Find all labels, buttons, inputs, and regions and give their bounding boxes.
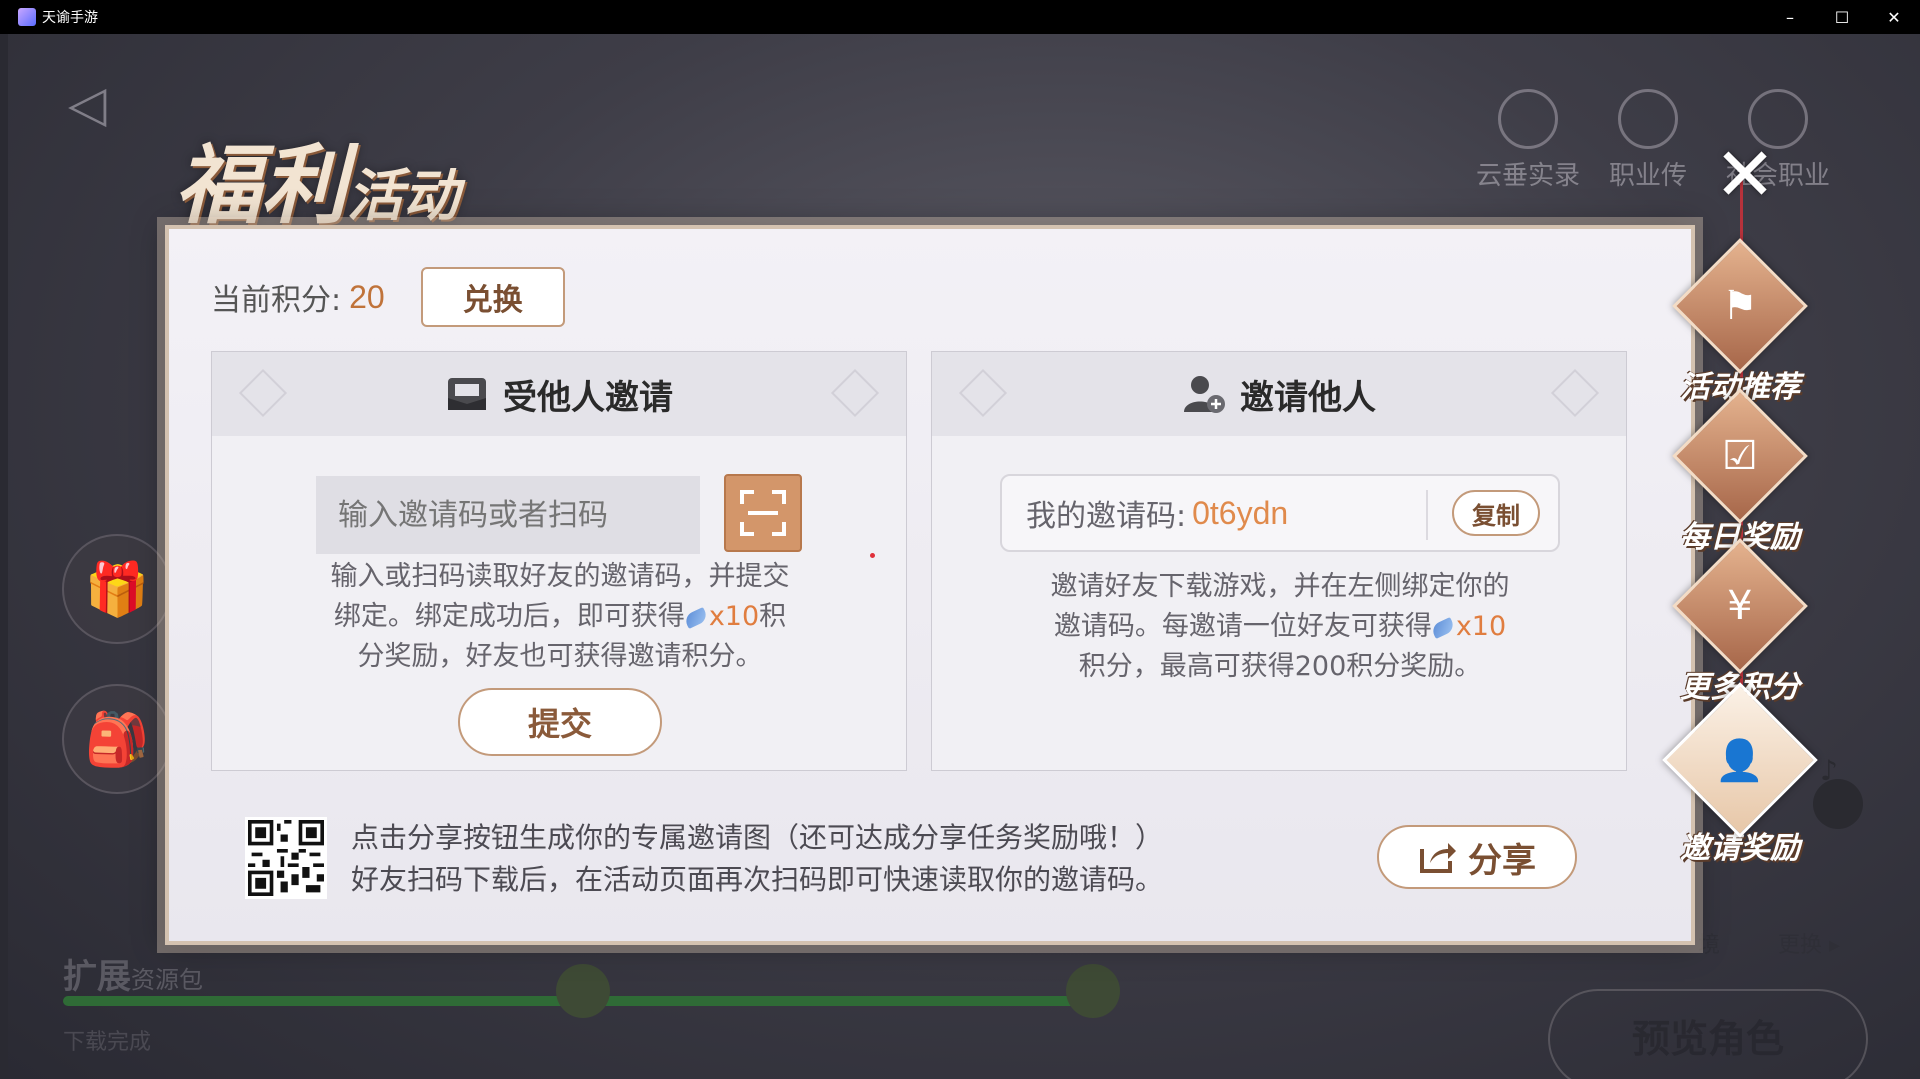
- card-header: 受他人邀请: [212, 352, 906, 436]
- invite-panel: 当前积分: 20 兑换 受他人邀请 输入或扫码读取好友的邀请码，并提交 绑定。绑…: [165, 225, 1695, 945]
- scan-qr-icon: [740, 490, 786, 536]
- invite-others-card: 邀请他人 我的邀请码: 0t6ydn 复制 邀请好友下载游戏，并在左侧绑定你的 …: [931, 351, 1627, 771]
- close-button[interactable]: ✕: [1710, 138, 1780, 212]
- swap-button[interactable]: 更换 ▸: [1778, 927, 1840, 959]
- bg-top-item-records[interactable]: 云垂实录: [1468, 89, 1588, 192]
- window-titlebar: 天谕手游 – ☐ ✕: [0, 0, 1920, 34]
- red-dot: [870, 553, 875, 558]
- feather-icon: [682, 607, 709, 629]
- redeem-button[interactable]: 兑换: [420, 267, 565, 327]
- gift-button[interactable]: 🎁: [62, 534, 172, 644]
- points-row: 当前积分: 20 兑换: [211, 267, 565, 327]
- diamond-deco-icon: [1550, 368, 1600, 418]
- invite-desc: 输入或扫码读取好友的邀请码，并提交 绑定。绑定成功后，即可获得 x10积 分奖励，…: [330, 561, 790, 672]
- maximize-button[interactable]: ☐: [1816, 0, 1868, 34]
- mail-icon: [448, 378, 486, 410]
- minimize-button[interactable]: –: [1764, 0, 1816, 34]
- my-invite-code-box: 我的邀请码: 0t6ydn 复制: [1000, 474, 1560, 552]
- side-nav-invite-reward[interactable]: 👤 邀请奖励: [1655, 682, 1825, 867]
- diamond-deco-icon: [958, 368, 1008, 418]
- submit-button[interactable]: 提交: [458, 688, 662, 756]
- share-button[interactable]: 分享: [1377, 825, 1577, 889]
- money-bag-icon: ¥: [1727, 582, 1753, 629]
- backpack-icon: 🎒: [84, 709, 150, 770]
- page-title: 福利活动: [175, 135, 459, 236]
- invite-user-icon: 👤: [1715, 737, 1765, 784]
- points-label: 当前积分:: [211, 283, 342, 318]
- share-icon: [1420, 843, 1456, 873]
- calendar-check-icon: ☑: [1722, 432, 1758, 479]
- app-icon: [18, 8, 36, 26]
- book-icon: [1618, 89, 1678, 149]
- add-user-icon: [1184, 376, 1225, 413]
- invite-code-input[interactable]: [316, 476, 700, 554]
- film-reel-icon: [1498, 89, 1558, 149]
- window-title: 天谕手游: [42, 10, 98, 26]
- points-value: 20: [349, 278, 385, 315]
- mirror-label: 境: [1698, 933, 1721, 958]
- feather-icon: [1429, 617, 1456, 639]
- diamond-deco-icon: [238, 368, 288, 418]
- card-header: 邀请他人: [932, 352, 1626, 436]
- check-icon: [556, 964, 610, 1018]
- my-code-label: 我的邀请码:: [1026, 499, 1187, 534]
- side-nav-activity-recommend[interactable]: ⚑ 活动推荐: [1655, 238, 1825, 406]
- gift-icon: 🎁: [84, 559, 150, 620]
- my-code-value: 0t6ydn: [1192, 494, 1289, 531]
- invite-others-desc: 邀请好友下载游戏，并在左侧绑定你的 邀请码。每邀请一位好友可获得 x10 积分，最…: [1050, 571, 1510, 682]
- back-arrow-icon[interactable]: ◁: [68, 74, 128, 134]
- backpack-button[interactable]: 🎒: [62, 684, 172, 794]
- qr-code: [245, 817, 327, 899]
- side-nav-daily-reward[interactable]: ☑ 每日奖励: [1655, 388, 1825, 556]
- check-icon: [1066, 964, 1120, 1018]
- copy-button[interactable]: 复制: [1452, 490, 1540, 536]
- bg-top-item-profession[interactable]: 职业传: [1588, 89, 1708, 192]
- share-description: 点击分享按钮生成你的专属邀请图（还可达成分享任务奖励哦！） 好友扫码下载后，在活…: [351, 821, 1164, 896]
- invited-by-others-card: 受他人邀请 输入或扫码读取好友的邀请码，并提交 绑定。绑定成功后，即可获得x10…: [211, 351, 907, 771]
- diamond-deco-icon: [830, 368, 880, 418]
- flag-icon: ⚑: [1722, 282, 1758, 329]
- close-window-button[interactable]: ✕: [1868, 0, 1920, 34]
- card-title: 邀请他人: [1240, 377, 1376, 418]
- scan-button[interactable]: [724, 474, 802, 552]
- card-title: 受他人邀请: [503, 377, 673, 418]
- preview-character-button[interactable]: 预览角色: [1548, 989, 1868, 1079]
